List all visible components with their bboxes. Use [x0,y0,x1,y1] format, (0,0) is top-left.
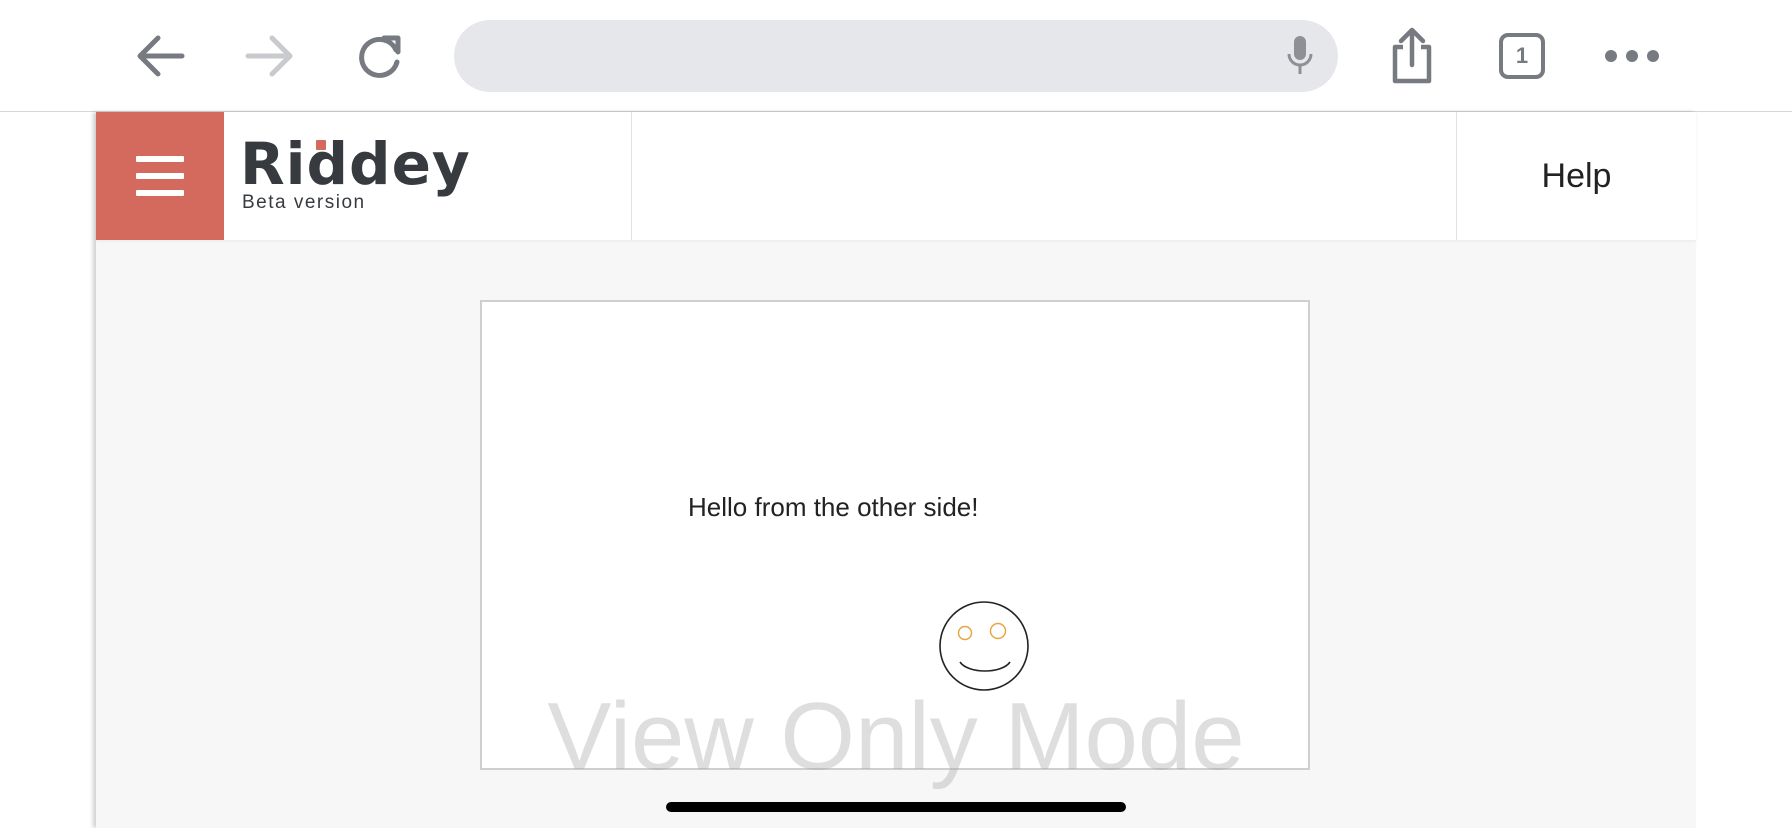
tabs-button[interactable]: 1 [1486,20,1558,92]
forward-button[interactable] [234,20,306,92]
help-area: Help [1456,112,1696,240]
tab-count: 1 [1515,43,1529,68]
share-button[interactable] [1376,20,1448,92]
web-page: Riddey Beta version Help Hello from the … [96,112,1696,828]
reload-icon [359,35,401,78]
more-button[interactable] [1596,20,1668,92]
help-link[interactable]: Help [1542,157,1612,196]
menu-button[interactable] [96,112,224,240]
microphone-icon [1287,36,1313,74]
tabs-icon: 1 [1499,33,1545,79]
content-card: Hello from the other side! [480,300,1310,770]
share-icon [1392,27,1432,84]
brand-subtitle: Beta version [242,192,366,213]
more-icon [1605,50,1659,62]
hamburger-icon [136,156,184,162]
reload-button[interactable] [344,20,416,92]
home-indicator [666,802,1126,812]
back-arrow-icon [137,35,185,77]
forward-arrow-icon [245,35,293,77]
logo-mark-icon [316,140,326,150]
brand-logo[interactable]: Riddey Beta version [224,112,632,240]
card-message: Hello from the other side! [688,492,979,522]
brand-name: Riddey [240,130,471,198]
browser-toolbar: 1 [0,0,1792,112]
smiley-face-icon [939,601,1029,691]
voice-search-button[interactable] [1280,32,1320,80]
app-header: Riddey Beta version Help [96,112,1696,240]
back-button[interactable] [124,20,196,92]
address-bar-input[interactable] [454,20,1338,92]
